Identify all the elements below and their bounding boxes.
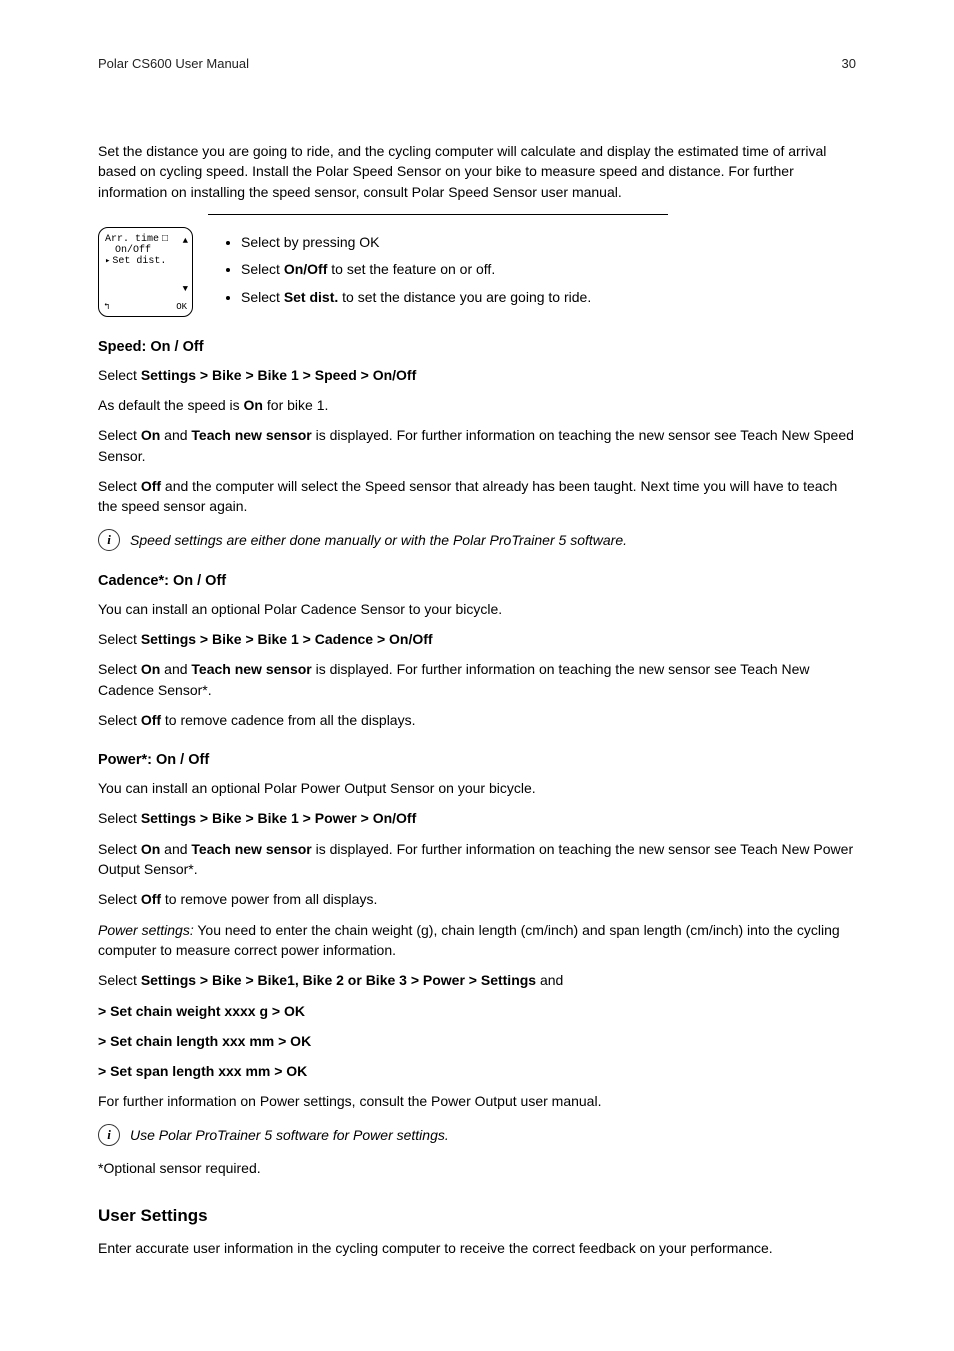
speed-info: i Speed settings are either done manuall… — [98, 529, 856, 551]
info-icon: i — [98, 1124, 120, 1146]
device-bottom-row: ↰ OK — [104, 302, 187, 312]
page-header: Polar CS600 User Manual 30 — [98, 56, 856, 71]
power-step-3: > Set span length xxx mm > OK — [98, 1061, 856, 1081]
bullet-2: Select On/Off to set the feature on or o… — [241, 260, 591, 280]
power-off: Select Off to remove power from all disp… — [98, 889, 856, 909]
speed-on: Select On and Teach new sensor is displa… — [98, 425, 856, 466]
manual-title: Polar CS600 User Manual — [98, 56, 249, 71]
scroll-arrows-icon: ▲▼ — [183, 236, 188, 294]
power-info-text: Use Polar ProTrainer 5 software for Powe… — [130, 1127, 449, 1143]
optional-note: *Optional sensor required. — [98, 1158, 856, 1178]
divider — [208, 214, 668, 215]
info-icon: i — [98, 529, 120, 551]
power-heading: Power*: On / Off — [98, 752, 856, 768]
power-intro: You can install an optional Polar Power … — [98, 778, 856, 798]
power-step-2: > Set chain length xxx mm > OK — [98, 1031, 856, 1051]
cadence-heading: Cadence*: On / Off — [98, 573, 856, 589]
power-step-1: > Set chain weight xxxx g > OK — [98, 1001, 856, 1021]
user-settings-text: Enter accurate user information in the c… — [98, 1238, 856, 1258]
speed-select-path: Select Settings > Bike > Bike 1 > Speed … — [98, 365, 856, 385]
power-select-path-2: Select Settings > Bike > Bike1, Bike 2 o… — [98, 970, 856, 990]
power-select-path: Select Settings > Bike > Bike 1 > Power … — [98, 808, 856, 828]
intro-paragraph: Set the distance you are going to ride, … — [98, 141, 856, 202]
power-more-info: For further information on Power setting… — [98, 1091, 856, 1111]
device-line-1: Arr. time — [105, 234, 188, 245]
cadence-on: Select On and Teach new sensor is displa… — [98, 659, 856, 700]
figure-with-bullets: Arr. time On/Off Set dist. ▲▼ ↰ OK Selec… — [98, 227, 856, 317]
power-on: Select On and Teach new sensor is displa… — [98, 839, 856, 880]
user-settings-heading: User Settings — [98, 1206, 856, 1226]
cadence-off: Select Off to remove cadence from all th… — [98, 710, 856, 730]
back-icon: ↰ — [104, 302, 109, 312]
bullet-3: Select Set dist. to set the distance you… — [241, 288, 591, 308]
speed-heading: Speed: On / Off — [98, 339, 856, 355]
bullet-1: Select by pressing OK — [241, 233, 591, 253]
power-info: i Use Polar ProTrainer 5 software for Po… — [98, 1124, 856, 1146]
device-line-2: On/Off — [105, 245, 188, 256]
speed-default: As default the speed is On for bike 1. — [98, 395, 856, 415]
cadence-intro: You can install an optional Polar Cadenc… — [98, 599, 856, 619]
bullet-list: Select by pressing OK Select On/Off to s… — [211, 233, 591, 317]
page: Polar CS600 User Manual 30 Set the dista… — [0, 0, 954, 1351]
device-line-3: Set dist. — [105, 256, 188, 267]
cadence-select-path: Select Settings > Bike > Bike 1 > Cadenc… — [98, 629, 856, 649]
device-screen-illustration: Arr. time On/Off Set dist. ▲▼ ↰ OK — [98, 227, 193, 317]
power-settings-desc: Power settings: You need to enter the ch… — [98, 920, 856, 961]
ok-label: OK — [176, 302, 187, 312]
page-number: 30 — [842, 56, 856, 71]
speed-off: Select Off and the computer will select … — [98, 476, 856, 517]
speed-info-text: Speed settings are either done manually … — [130, 532, 627, 548]
